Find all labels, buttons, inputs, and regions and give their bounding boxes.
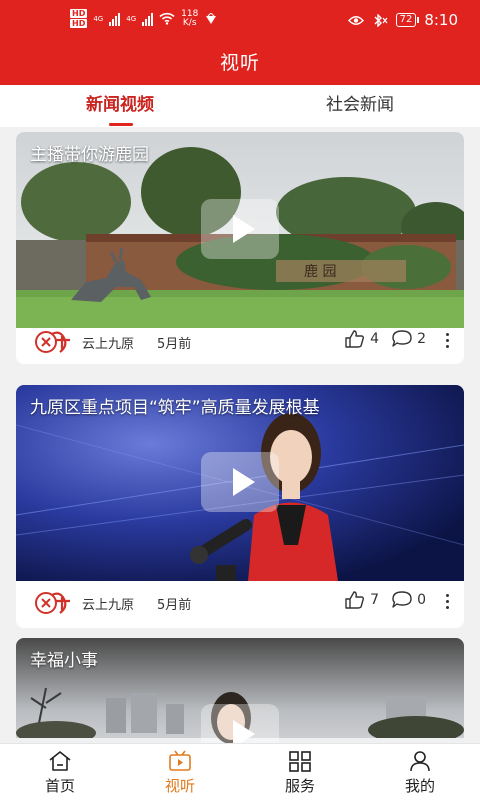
nav-services-label: 服务 bbox=[284, 777, 315, 795]
signal-icon-2 bbox=[142, 12, 154, 26]
thumbs-up-icon bbox=[345, 591, 365, 609]
more-options-icon[interactable] bbox=[442, 330, 452, 352]
clock: 8:10 bbox=[424, 11, 458, 29]
play-button[interactable] bbox=[201, 704, 279, 743]
video-card[interactable]: 幸福小事 bbox=[16, 638, 464, 743]
nav-profile[interactable]: 我的 bbox=[360, 744, 480, 800]
video-title: 幸福小事 bbox=[30, 651, 98, 671]
nav-video[interactable]: 视听 bbox=[120, 744, 240, 800]
tab-news-video[interactable]: 新闻视频 bbox=[0, 85, 240, 127]
video-title: 九原区重点项目“筑牢”高质量发展根基 bbox=[30, 398, 320, 418]
tab-bar: 新闻视频 社会新闻 bbox=[0, 85, 480, 127]
comment-icon bbox=[392, 330, 412, 347]
comment-button[interactable]: 0 bbox=[392, 591, 426, 609]
eye-icon bbox=[347, 15, 364, 25]
like-count: 7 bbox=[370, 592, 379, 608]
source-logo bbox=[35, 592, 70, 614]
like-count: 4 bbox=[370, 331, 379, 347]
hd-badge: HD HD bbox=[70, 9, 88, 28]
network-label-2: 4G bbox=[126, 14, 137, 23]
network-speed: 118 K/s bbox=[181, 9, 198, 28]
video-thumbnail[interactable]: 幸福小事 bbox=[16, 638, 464, 743]
user-icon bbox=[410, 751, 430, 772]
page-title: 视听 bbox=[219, 52, 260, 74]
home-icon bbox=[49, 751, 71, 771]
more-options-icon[interactable] bbox=[442, 591, 452, 613]
signal-icon bbox=[109, 12, 121, 26]
card-meta: 云上九原 5月前 4 2 bbox=[16, 320, 464, 364]
comment-count: 0 bbox=[417, 592, 426, 608]
source-name: 云上九原 bbox=[82, 337, 135, 352]
comment-button[interactable]: 2 bbox=[392, 330, 426, 348]
network-label-1: 4G bbox=[93, 14, 104, 23]
status-bar: HD HD 4G 4G 118 K/s 72 8:10 bbox=[0, 0, 480, 40]
nav-services[interactable]: 服务 bbox=[240, 744, 360, 800]
bluetooth-icon bbox=[374, 13, 388, 27]
hd-badge-bottom: HD bbox=[70, 19, 88, 28]
video-card[interactable]: 九原区重点项目“筑牢”高质量发展根基 云上九原 5月前 7 0 bbox=[16, 385, 464, 628]
card-meta: 云上九原 5月前 7 0 bbox=[16, 581, 464, 628]
play-button[interactable] bbox=[201, 452, 279, 512]
publish-time: 5月前 bbox=[157, 337, 192, 352]
video-thumbnail[interactable]: 九原区重点项目“筑牢”高质量发展根基 bbox=[16, 385, 464, 581]
wifi-icon bbox=[159, 12, 175, 25]
video-card[interactable]: 鹿 园 主播带你游鹿园 云上九原 5月前 4 2 bbox=[16, 132, 464, 364]
hd-badge-top: HD bbox=[70, 9, 88, 18]
nav-video-label: 视听 bbox=[164, 777, 195, 795]
source-name: 云上九原 bbox=[82, 598, 135, 613]
video-thumbnail[interactable]: 鹿 园 主播带你游鹿园 bbox=[16, 132, 464, 328]
network-speed-unit: K/s bbox=[182, 17, 197, 28]
thumbs-up-icon bbox=[345, 330, 365, 348]
like-button[interactable]: 4 bbox=[345, 330, 379, 348]
nav-profile-label: 我的 bbox=[404, 777, 435, 795]
play-button[interactable] bbox=[201, 199, 279, 259]
video-icon bbox=[169, 750, 191, 771]
park-sign-text: 鹿 园 bbox=[304, 263, 336, 280]
source-logo bbox=[35, 331, 70, 353]
comment-count: 2 bbox=[417, 331, 426, 347]
nav-home-label: 首页 bbox=[44, 777, 75, 795]
nav-home[interactable]: 首页 bbox=[0, 744, 120, 800]
video-feed[interactable]: 鹿 园 主播带你游鹿园 云上九原 5月前 4 2 九原区重点项目“筑牢”高质量发… bbox=[0, 127, 480, 743]
bottom-nav: 首页 视听 服务 我的 bbox=[0, 743, 480, 800]
publish-time: 5月前 bbox=[157, 598, 192, 613]
grid-icon bbox=[289, 751, 311, 772]
active-tab-indicator bbox=[109, 123, 133, 126]
app-header: HD HD 4G 4G 118 K/s 72 8:10 视听 bbox=[0, 0, 480, 85]
video-title: 主播带你游鹿园 bbox=[30, 145, 149, 165]
battery-icon: 72 bbox=[395, 13, 420, 27]
tab-social-news[interactable]: 社会新闻 bbox=[240, 85, 480, 127]
like-button[interactable]: 7 bbox=[345, 591, 379, 609]
comment-icon bbox=[392, 591, 412, 608]
nfc-icon bbox=[206, 12, 217, 24]
